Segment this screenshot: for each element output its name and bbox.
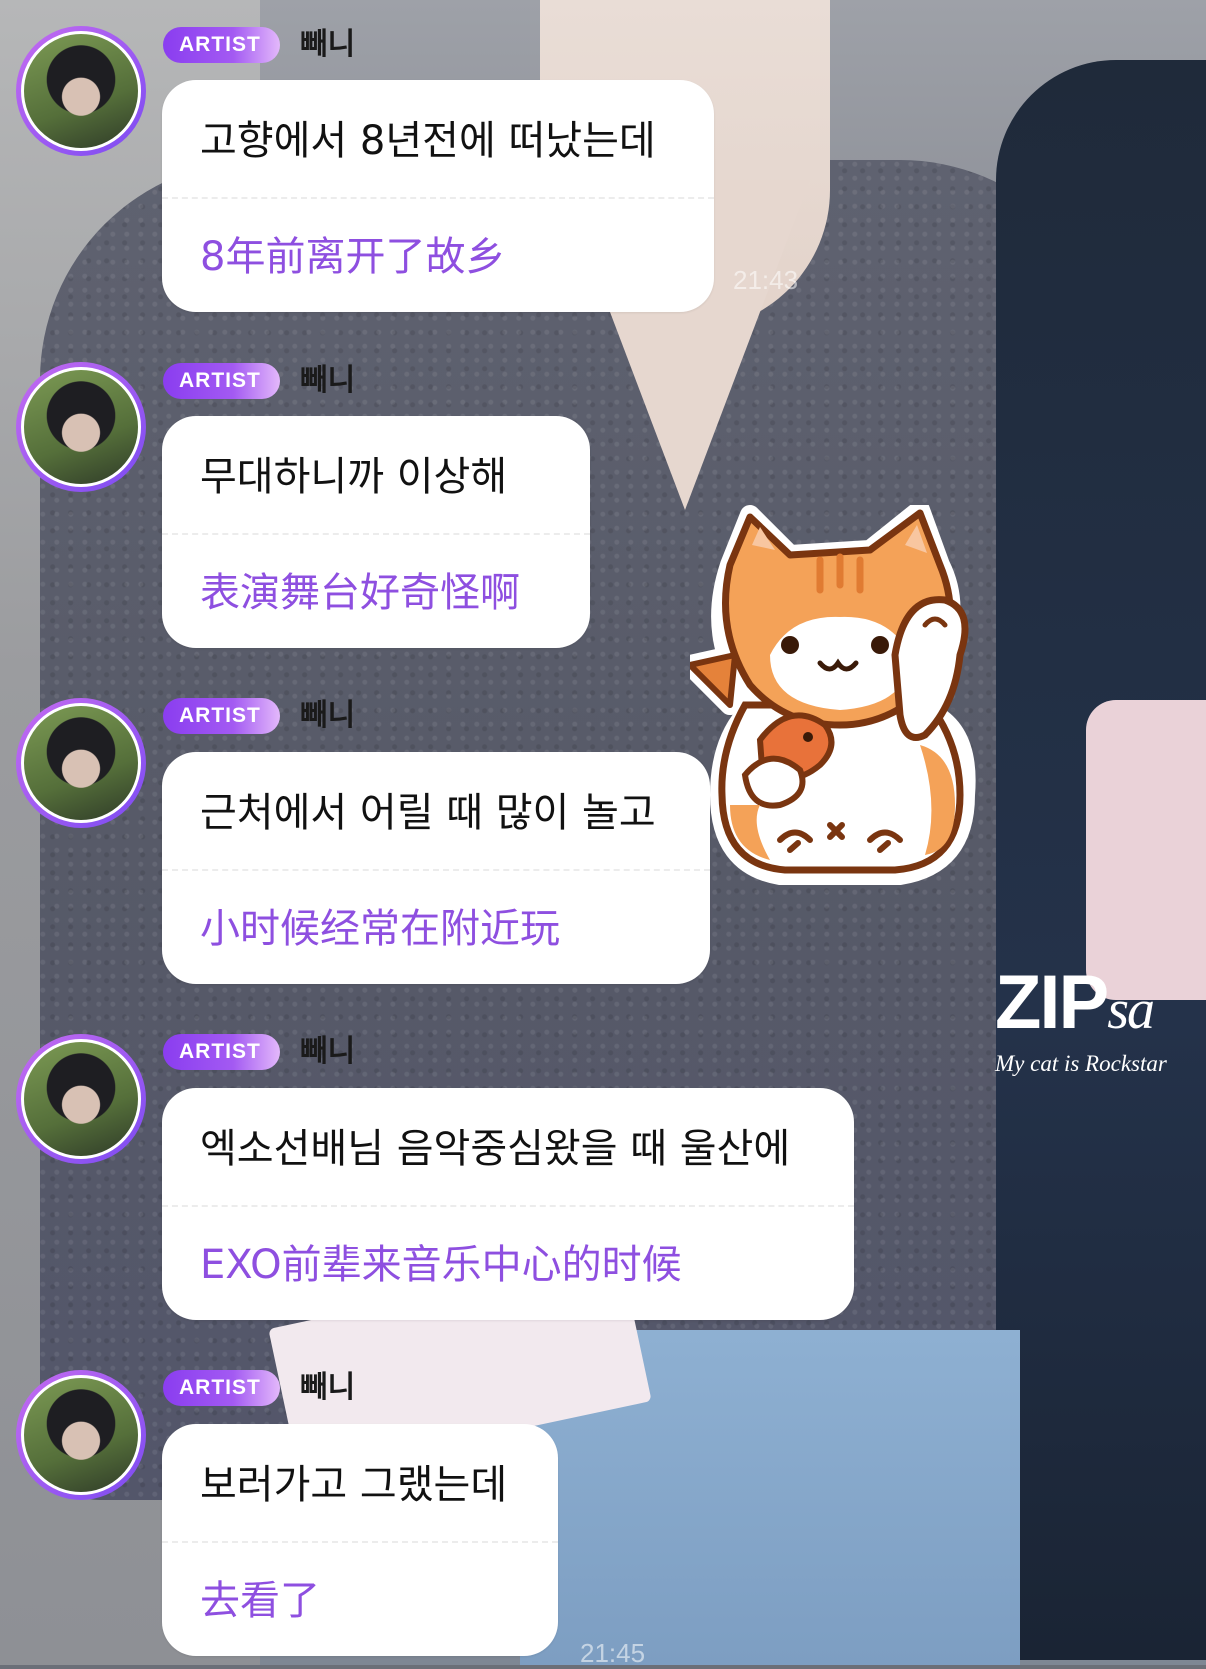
avatar[interactable] xyxy=(16,362,146,492)
translation-divider xyxy=(162,869,710,871)
timestamp: 21:43 xyxy=(733,265,799,295)
sender-name[interactable]: 빼니 xyxy=(300,26,355,64)
message-bubble[interactable]: 근처에서 어릴 때 많이 놀고 小时候经常在附近玩 xyxy=(162,752,710,984)
message-korean-text: 고향에서 8년전에 떠났는데 xyxy=(200,118,656,164)
artist-badge: ARTIST xyxy=(163,1370,280,1406)
message-translation-text: 8年前离开了故乡 xyxy=(200,234,506,280)
avatar[interactable] xyxy=(16,698,146,828)
message-translation-text: 小时候经常在附近玩 xyxy=(200,906,560,952)
message-korean-text: 무대하니까 이상해 xyxy=(200,454,508,500)
watermark-tagline: My cat is Rockstar xyxy=(995,1051,1167,1076)
avatar[interactable] xyxy=(16,26,146,156)
sender-name[interactable]: 빼니 xyxy=(300,697,355,735)
message-bubble[interactable]: 무대하니까 이상해 表演舞台好奇怪啊 xyxy=(162,416,590,648)
message-bubble[interactable]: 고향에서 8년전에 떠났는데 8年前离开了故乡 xyxy=(162,80,714,312)
message-bubble[interactable]: 보러가고 그랬는데 去看了 xyxy=(162,1424,558,1656)
translation-divider xyxy=(162,197,714,199)
timestamp: 21:45 xyxy=(580,1638,646,1668)
avatar[interactable] xyxy=(16,1034,146,1164)
message-korean-text: 엑소선배님 음악중심왔을 때 울산에 xyxy=(200,1126,791,1172)
translation-divider xyxy=(162,533,590,535)
watermark-brand: ZIPsa xyxy=(995,960,1155,1045)
translation-divider xyxy=(162,1541,558,1543)
translation-divider xyxy=(162,1205,854,1207)
lucky-cat-sticker-icon xyxy=(690,505,976,885)
message-translation-text: 去看了 xyxy=(200,1578,320,1624)
artist-badge: ARTIST xyxy=(163,27,280,63)
sender-name[interactable]: 빼니 xyxy=(300,1033,355,1071)
avatar[interactable] xyxy=(16,1370,146,1500)
sender-name[interactable]: 빼니 xyxy=(300,1369,355,1407)
watermark: ZIPsa My cat is Rockstar xyxy=(995,965,1206,1077)
background-pink-sleeve xyxy=(1086,700,1206,1000)
message-bubble[interactable]: 엑소선배님 음악중심왔을 때 울산에 EXO前辈来音乐中心的时候 xyxy=(162,1088,854,1320)
message-translation-text: EXO前辈来音乐中心的时候 xyxy=(200,1242,682,1288)
avatar-photo xyxy=(21,31,141,151)
avatar-photo xyxy=(21,703,141,823)
artist-badge: ARTIST xyxy=(163,698,280,734)
message-translation-text: 表演舞台好奇怪啊 xyxy=(200,570,520,616)
message-korean-text: 보러가고 그랬는데 xyxy=(200,1462,508,1508)
message-korean-text: 근처에서 어릴 때 많이 놀고 xyxy=(200,790,656,836)
avatar-photo xyxy=(21,1375,141,1495)
avatar-photo xyxy=(21,367,141,487)
sender-name[interactable]: 빼니 xyxy=(300,362,355,400)
artist-badge: ARTIST xyxy=(163,363,280,399)
avatar-photo xyxy=(21,1039,141,1159)
artist-badge: ARTIST xyxy=(163,1034,280,1070)
